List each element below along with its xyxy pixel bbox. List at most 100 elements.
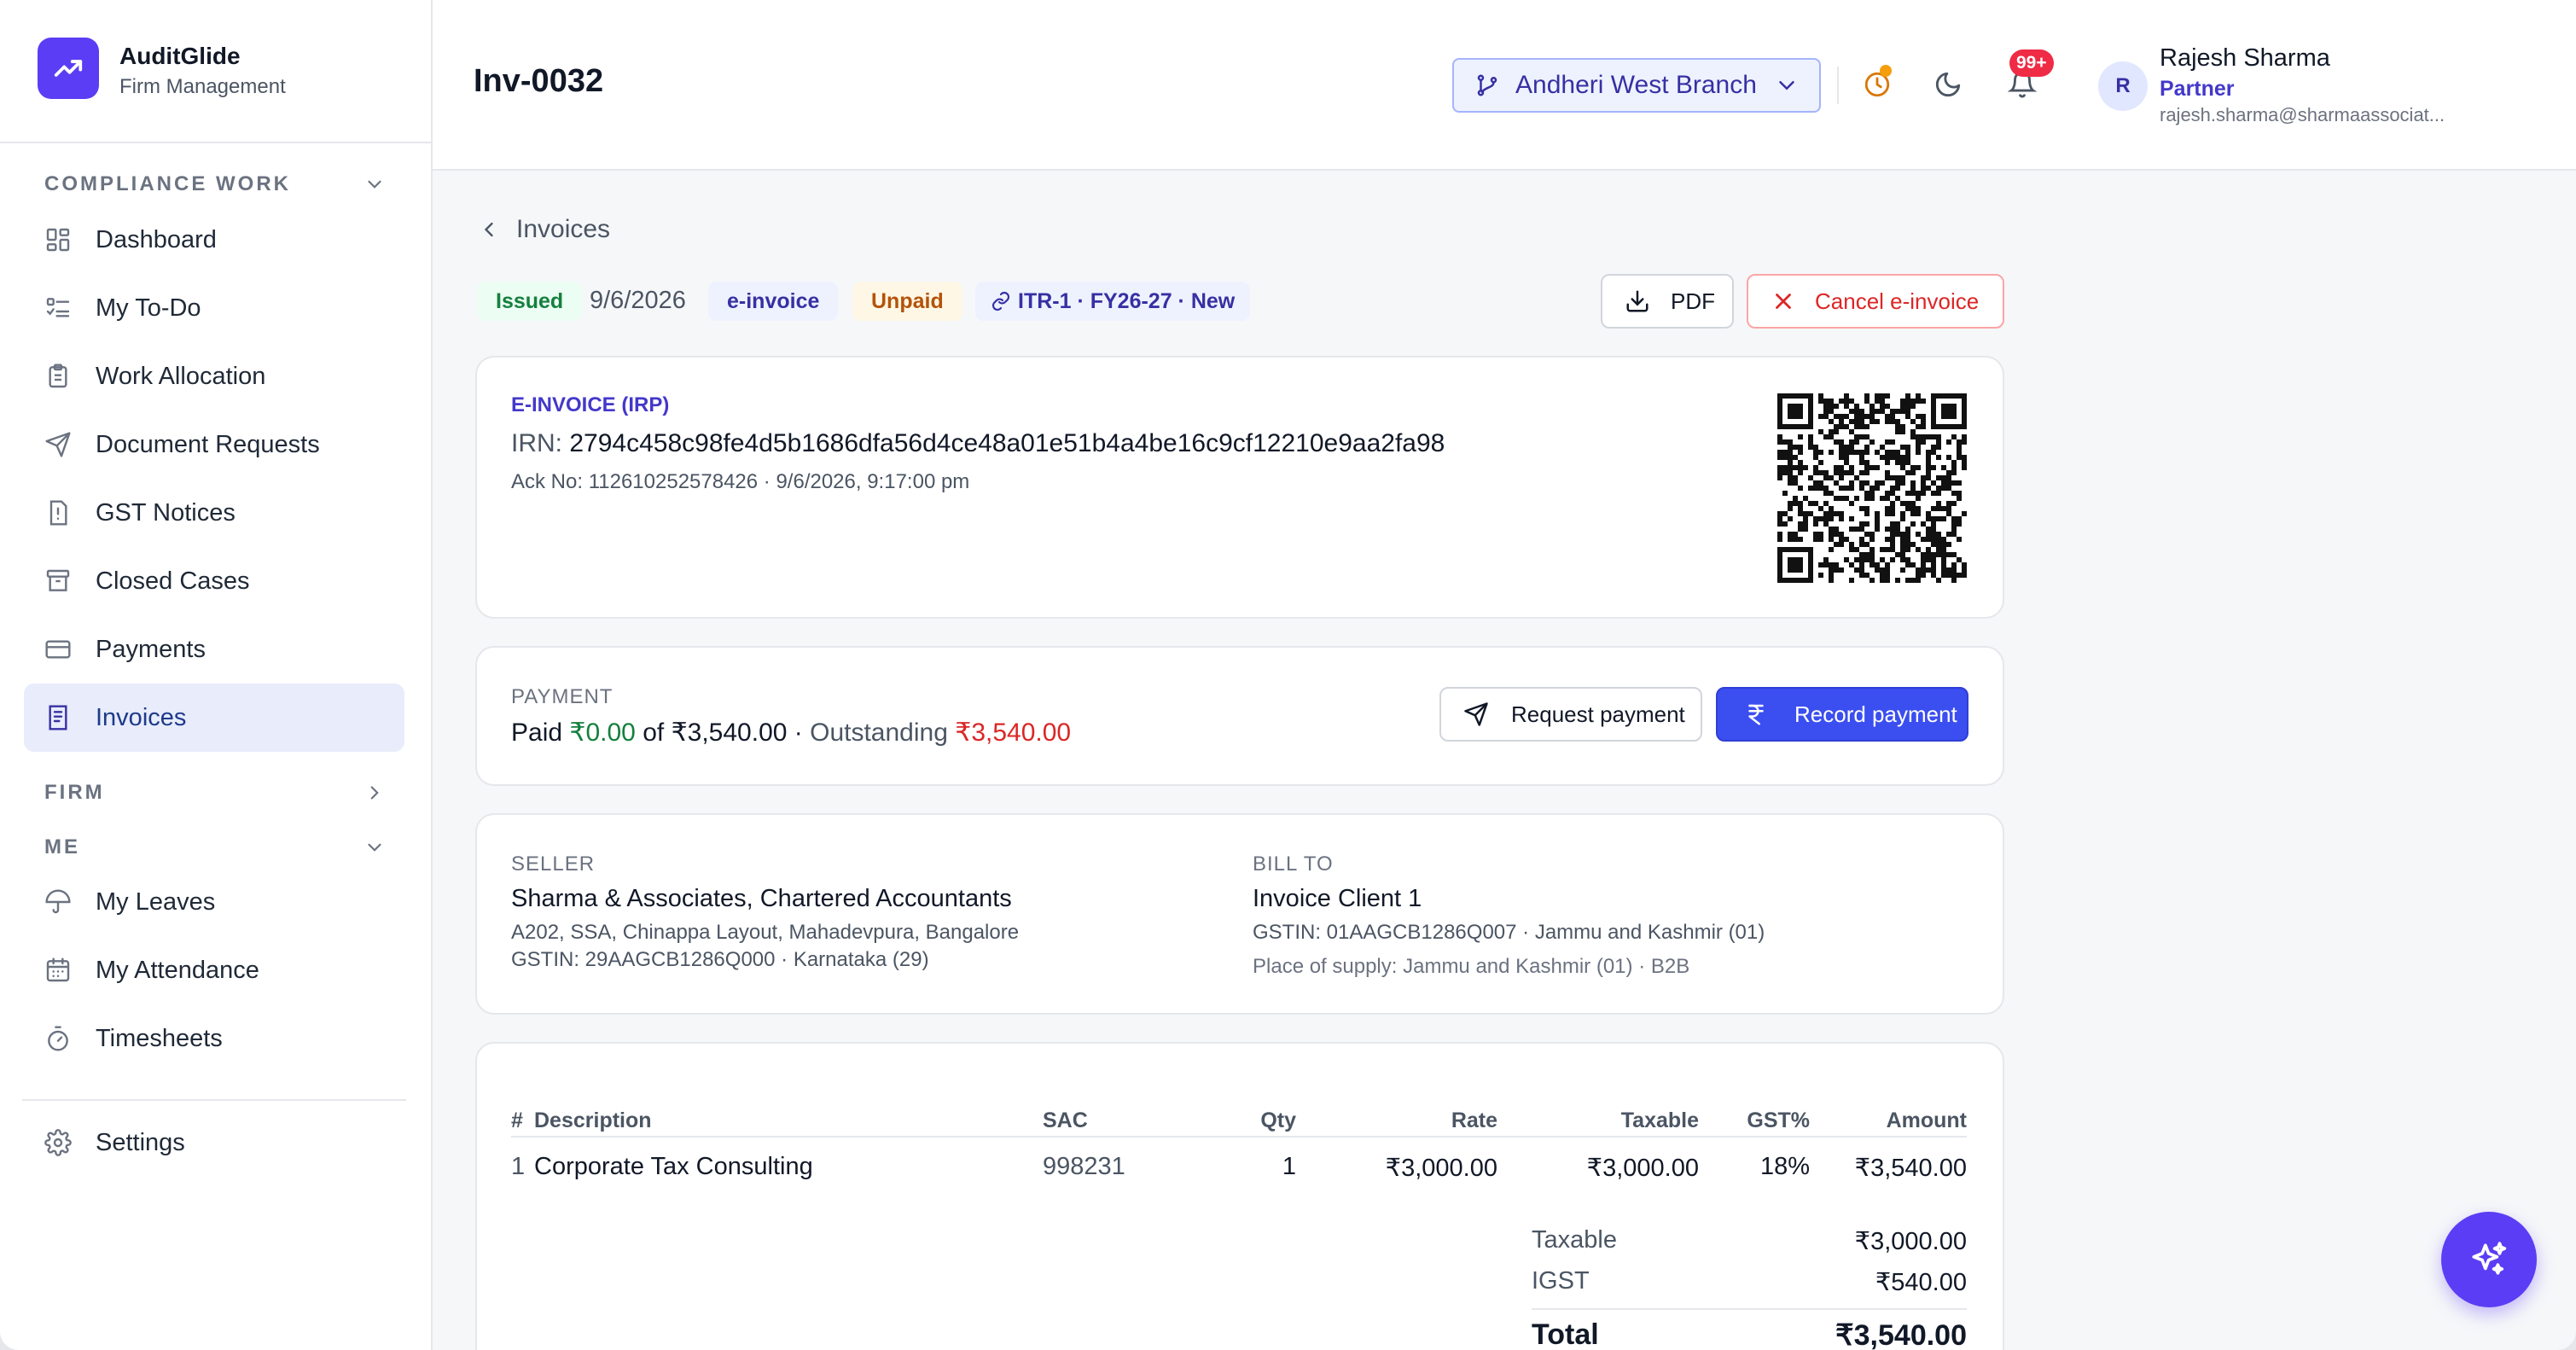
- line-items-card: # Description SAC Qty Rate Taxable GST% …: [475, 1042, 2004, 1350]
- qr-code-icon: [1777, 393, 1967, 583]
- ack-line: Ack No: 112610252578426 · 9/6/2026, 9:17…: [511, 470, 970, 493]
- row-qty: 1: [1282, 1153, 1296, 1180]
- bill-to-name: Invoice Client 1: [1253, 885, 1422, 912]
- close-icon: [1776, 294, 1791, 309]
- row-sac: 998231: [1043, 1153, 1125, 1180]
- branch-selector[interactable]: Andheri West Branch: [1452, 58, 1821, 113]
- col-header-qty: Qty: [1260, 1109, 1296, 1132]
- col-header-gst: GST%: [1747, 1109, 1810, 1132]
- sidebar-item-closed-cases[interactable]: Closed Cases: [24, 547, 404, 615]
- col-header-taxable: Taxable: [1620, 1109, 1699, 1132]
- sidebar-item-dashboard[interactable]: Dashboard: [24, 206, 404, 274]
- sidebar-item-work-allocation[interactable]: Work Allocation: [24, 342, 404, 410]
- sidebar-item-label: Dashboard: [96, 225, 217, 253]
- irn-value: 2794c458c98fe4d5b1686dfa56d4ce48a01e51b4…: [569, 429, 1445, 457]
- invoice-icon: [49, 705, 67, 730]
- sidebar-item-my-leaves[interactable]: My Leaves: [24, 868, 404, 936]
- theme-toggle-button[interactable]: [1928, 65, 1968, 104]
- dashboard-icon: [46, 228, 70, 252]
- col-header-amount: Amount: [1886, 1109, 1967, 1132]
- sidebar-item-invoices[interactable]: Invoices: [24, 684, 404, 752]
- sidebar-item-label: Document Requests: [96, 430, 320, 458]
- section-compliance-work[interactable]: COMPLIANCE WORK: [44, 172, 386, 196]
- page-title: Inv-0032: [474, 63, 604, 99]
- row-gst: 18%: [1759, 1153, 1810, 1180]
- sidebar-item-label: Settings: [96, 1128, 185, 1156]
- section-label: COMPLIANCE WORK: [44, 172, 291, 195]
- cancel-einvoice-button[interactable]: Cancel e-invoice: [1747, 274, 2004, 329]
- chevron-down-icon: [368, 180, 381, 189]
- sidebar-item-timesheets[interactable]: Timesheets: [24, 1004, 404, 1073]
- header-divider: [1837, 67, 1839, 104]
- umbrella-icon: [45, 889, 71, 914]
- pdf-label: PDF: [1671, 288, 1715, 314]
- seller-gstin: GSTIN: 29AAGCB1286Q000 · Karnataka (29): [511, 948, 929, 971]
- send-icon: [1464, 702, 1488, 726]
- top-header: Inv-0032 Andheri West Branch 99+ R Rajes…: [433, 0, 2576, 171]
- sparkles-icon: [2472, 1242, 2507, 1275]
- archive-icon: [46, 569, 70, 591]
- calendar-icon: [46, 957, 70, 982]
- section-me[interactable]: ME: [44, 835, 386, 859]
- seller-address: A202, SSA, Chinappa Layout, Mahadevpura,…: [511, 921, 1020, 944]
- chevron-down-icon: [1779, 81, 1794, 90]
- avatar[interactable]: R: [2098, 61, 2148, 111]
- totals-igst-label: IGST: [1532, 1267, 1590, 1295]
- sidebar: AuditGlide Firm Management COMPLIANCE WO…: [0, 0, 433, 1350]
- section-label: ME: [44, 835, 80, 858]
- payment-summary: Paid ₹0.00 of ₹3,540.00 · Outstanding ₹3…: [511, 718, 1071, 748]
- stopwatch-icon: [48, 1026, 68, 1051]
- pdf-button[interactable]: PDF: [1601, 274, 1734, 329]
- sidebar-item-label: GST Notices: [96, 498, 236, 527]
- sidebar-item-label: My Attendance: [96, 956, 259, 984]
- sidebar-item-label: Closed Cases: [96, 567, 250, 595]
- sidebar-item-my-todo[interactable]: My To-Do: [24, 274, 404, 342]
- timer-button[interactable]: [1858, 65, 1897, 104]
- sidebar-item-gst-notices[interactable]: GST Notices: [24, 479, 404, 547]
- col-header-rate: Rate: [1451, 1109, 1497, 1132]
- bill-to-gstin: GSTIN: 01AAGCB1286Q007 · Jammu and Kashm…: [1253, 921, 1765, 944]
- sidebar-item-my-attendance[interactable]: My Attendance: [24, 936, 404, 1004]
- record-payment-button[interactable]: Record payment: [1716, 687, 1968, 742]
- sidebar-item-label: Work Allocation: [96, 362, 266, 390]
- breadcrumb[interactable]: Invoices: [477, 215, 610, 244]
- link-icon: [991, 291, 1010, 311]
- request-payment-button[interactable]: Request payment: [1439, 687, 1702, 742]
- col-header-num: #: [511, 1109, 523, 1132]
- payment-label: PAYMENT: [511, 685, 613, 708]
- notification-count-badge: 99+: [2009, 49, 2054, 77]
- outstanding-amount: ₹3,540.00: [955, 719, 1072, 747]
- breadcrumb-invoices-link[interactable]: Invoices: [516, 215, 610, 244]
- user-role: Partner: [2160, 77, 2235, 101]
- sidebar-item-label: Timesheets: [96, 1024, 223, 1052]
- todo-list-icon: [46, 298, 70, 317]
- seller-name: Sharma & Associates, Chartered Accountan…: [511, 885, 1012, 912]
- sidebar-item-settings[interactable]: Settings: [24, 1109, 404, 1177]
- app-window: AuditGlide Firm Management COMPLIANCE WO…: [0, 0, 2576, 1350]
- sidebar-item-label: My Leaves: [96, 887, 216, 916]
- totals-total-value: ₹3,540.00: [1835, 1319, 1967, 1350]
- payment-card: PAYMENT Paid ₹0.00 of ₹3,540.00 · Outsta…: [475, 646, 2004, 786]
- timer-indicator-dot: [1880, 65, 1892, 77]
- brand-name: AuditGlide: [119, 43, 241, 69]
- trending-up-logo-icon[interactable]: [38, 38, 99, 99]
- sidebar-item-label: My To-Do: [96, 294, 201, 322]
- gear-icon: [44, 1129, 72, 1156]
- type-badge: e-invoice: [708, 282, 839, 321]
- section-firm[interactable]: FIRM: [44, 781, 386, 805]
- sidebar-item-label: Invoices: [96, 703, 187, 731]
- totals-taxable-value: ₹3,000.00: [1854, 1228, 1967, 1255]
- cancel-einvoice-label: Cancel e-invoice: [1815, 288, 1980, 314]
- totals-igst-value: ₹540.00: [1875, 1269, 1967, 1296]
- git-branch-icon: [1477, 74, 1497, 96]
- einvoice-card: E-INVOICE (IRP) IRN: 2794c458c98fe4d5b16…: [475, 356, 2004, 619]
- sidebar-item-document-requests[interactable]: Document Requests: [24, 410, 404, 479]
- linked-engagement-badge[interactable]: ITR-1 · FY26-27 · New: [975, 282, 1251, 321]
- notice-icon: [49, 500, 67, 526]
- invoice-date: 9/6/2026: [590, 287, 686, 314]
- brand-subtitle: Firm Management: [119, 75, 286, 98]
- irn-label: IRN:: [511, 429, 562, 457]
- ai-assistant-button[interactable]: [2441, 1212, 2537, 1307]
- sidebar-item-payments[interactable]: Payments: [24, 615, 404, 684]
- linked-engagement-label: ITR-1 · FY26-27 · New: [1018, 288, 1236, 313]
